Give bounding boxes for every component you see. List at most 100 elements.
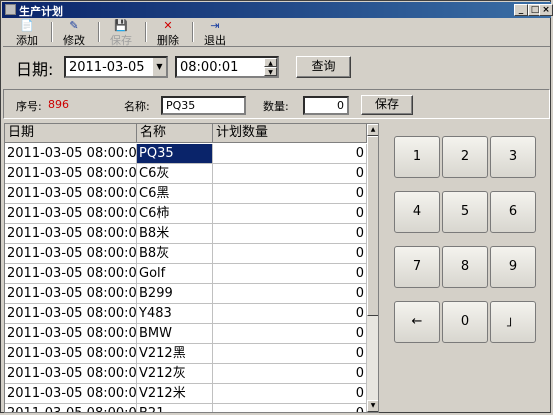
spin-up-icon[interactable]: ▲ [264,58,277,67]
name-input[interactable]: PQ35 [161,96,246,115]
key-eight[interactable]: 8 [442,246,488,288]
key-three[interactable]: 3 [490,136,536,178]
cell-qty[interactable]: 0 [213,364,367,384]
cell-date[interactable]: 2011-03-05 08:00:01 [5,244,137,264]
scroll-up-icon[interactable]: ▲ [367,124,378,136]
save-toolbar-button[interactable]: 💾 保存 [99,19,143,47]
table-row[interactable]: 2011-03-05 08:00:01 V212米 0 [5,384,367,404]
chevron-down-icon[interactable]: ▼ [152,58,166,76]
cell-date[interactable]: 2011-03-05 08:00:01 [5,164,137,184]
time-field[interactable]: 08:00:01 ▲ ▼ [175,56,279,78]
close-button[interactable]: × [539,4,553,16]
cell-date[interactable]: 2011-03-05 08:00:01 [5,284,137,304]
cell-date[interactable]: 2011-03-05 08:00:01 [5,384,137,404]
key-five[interactable]: 5 [442,191,488,233]
edit-button[interactable]: ✎ 修改 [52,19,96,47]
vertical-scrollbar[interactable]: ▲ ▼ [367,124,378,412]
cell-qty[interactable]: 0 [213,324,367,344]
table-row[interactable]: 2011-03-05 08:00:01 B299 0 [5,284,367,304]
cell-name[interactable]: C6灰 [137,164,213,184]
cell-name[interactable]: PQ35 [137,144,213,164]
cell-date[interactable]: 2011-03-05 08:00:01 [5,224,137,244]
cell-date[interactable]: 2011-03-05 08:00:01 [5,344,137,364]
save-button[interactable]: 保存 [361,95,413,115]
delete-icon: ✕ [163,19,173,32]
time-spinner[interactable]: ▲ ▼ [264,58,277,76]
cell-name[interactable]: V212米 [137,384,213,404]
cell-name[interactable]: B21 [137,404,213,412]
cell-qty[interactable]: 0 [213,284,367,304]
time-value: 08:00:01 [180,60,239,75]
cell-qty[interactable]: 0 [213,184,367,204]
table-row[interactable]: 2011-03-05 08:00:01 C6黑 0 [5,184,367,204]
table-row[interactable]: 2011-03-05 08:00:01 Golf 0 [5,264,367,284]
scroll-down-icon[interactable]: ▼ [367,400,378,412]
column-header-date[interactable]: 日期 [5,124,137,143]
key-nine[interactable]: 9 [490,246,536,288]
cell-date[interactable]: 2011-03-05 08:00:01 [5,144,137,164]
cell-name[interactable]: B8灰 [137,244,213,264]
cell-date[interactable]: 2011-03-05 08:00:01 [5,304,137,324]
cell-qty[interactable]: 0 [213,144,367,164]
delete-button[interactable]: ✕ 删除 [146,19,190,47]
key-one[interactable]: 1 [394,136,440,178]
key-enter[interactable]: 」 [490,301,536,343]
key-four[interactable]: 4 [394,191,440,233]
qty-input[interactable]: 0 [303,96,349,115]
table-row[interactable]: 2011-03-05 08:00:01 B8米 0 [5,224,367,244]
cell-qty[interactable]: 0 [213,244,367,264]
table-row[interactable]: 2011-03-05 08:00:01 V212黑 0 [5,344,367,364]
minimize-button[interactable]: _ [514,4,528,16]
table-row[interactable]: 2011-03-05 08:00:01 B8灰 0 [5,244,367,264]
cell-date[interactable]: 2011-03-05 08:00:01 [5,324,137,344]
title-bar[interactable]: 生产计划 _ □ × [2,2,553,18]
cell-qty[interactable]: 0 [213,304,367,324]
key-seven[interactable]: 7 [394,246,440,288]
exit-label: 退出 [204,34,226,47]
cell-qty[interactable]: 0 [213,344,367,364]
cell-date[interactable]: 2011-03-05 08:00:01 [5,264,137,284]
spin-down-icon[interactable]: ▼ [264,67,277,76]
cell-name[interactable]: Golf [137,264,213,284]
table-row[interactable]: 2011-03-05 08:00:01B210 [5,404,367,412]
scrollbar-thumb[interactable] [367,136,378,316]
date-picker[interactable]: 2011-03-05 ▼ [64,56,168,78]
cell-name[interactable]: V212黑 [137,344,213,364]
app-icon [5,4,16,15]
key-two[interactable]: 2 [442,136,488,178]
column-header-qty[interactable]: 计划数量 [213,124,367,143]
key-backspace[interactable]: ← [394,301,440,343]
cell-name[interactable]: C6柿 [137,204,213,224]
cell-qty[interactable]: 0 [213,204,367,224]
table-row[interactable]: 2011-03-05 08:00:01 C6柿 0 [5,204,367,224]
cell-qty[interactable]: 0 [213,264,367,284]
query-button[interactable]: 查询 [296,56,351,78]
cell-qty[interactable]: 0 [213,404,367,412]
cell-qty[interactable]: 0 [213,164,367,184]
column-header-name[interactable]: 名称 [137,124,213,143]
cell-name[interactable]: B299 [137,284,213,304]
cell-date[interactable]: 2011-03-05 08:00:01 [5,364,137,384]
cell-qty[interactable]: 0 [213,384,367,404]
key-six[interactable]: 6 [490,191,536,233]
plan-table[interactable]: 日期 名称 计划数量 2011-03-05 08:00:01 PQ35 0 2011-… [4,123,379,413]
cell-name[interactable]: V212灰 [137,364,213,384]
table-row[interactable]: 2011-03-05 08:00:01 PQ35 0 [5,144,367,164]
table-row[interactable]: 2011-03-05 08:00:01 BMW 0 [5,324,367,344]
cell-date[interactable]: 2011-03-05 08:00:01 [5,404,137,412]
cell-name[interactable]: BMW [137,324,213,344]
cell-name[interactable]: Y483 [137,304,213,324]
table-row[interactable]: 2011-03-05 08:00:01 V212灰 0 [5,364,367,384]
cell-name[interactable]: B8米 [137,224,213,244]
window-title: 生产计划 [19,5,63,18]
table-row[interactable]: 2011-03-05 08:00:01 Y483 0 [5,304,367,324]
cell-date[interactable]: 2011-03-05 08:00:01 [5,204,137,224]
exit-button[interactable]: ⇥ 退出 [193,19,237,47]
key-zero[interactable]: 0 [442,301,488,343]
delete-label: 删除 [157,34,179,47]
cell-date[interactable]: 2011-03-05 08:00:01 [5,184,137,204]
cell-qty[interactable]: 0 [213,224,367,244]
table-row[interactable]: 2011-03-05 08:00:01 C6灰 0 [5,164,367,184]
cell-name[interactable]: C6黑 [137,184,213,204]
add-button[interactable]: 📄 添加 [5,19,49,47]
